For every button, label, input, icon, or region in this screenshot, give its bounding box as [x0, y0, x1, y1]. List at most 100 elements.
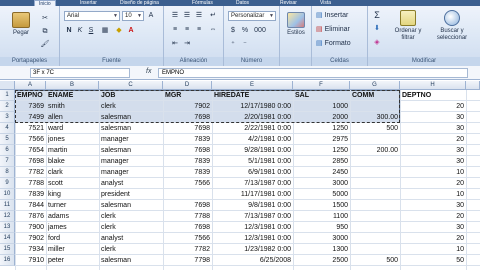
- table-cell[interactable]: 7698: [165, 145, 210, 156]
- row-header[interactable]: 15: [0, 244, 15, 255]
- name-box[interactable]: 3F x 7C: [30, 68, 130, 78]
- table-cell[interactable]: 9/28/1981 0:00: [214, 145, 291, 156]
- column-header-e[interactable]: E: [212, 81, 293, 90]
- fill-icon[interactable]: ⬇: [372, 24, 382, 34]
- table-cell[interactable]: 11/17/1981 0:00: [214, 189, 291, 200]
- decrease-indent-icon[interactable]: ⇤: [170, 39, 180, 49]
- table-cell[interactable]: 7900: [17, 222, 44, 233]
- table-cell[interactable]: 500: [352, 255, 398, 266]
- table-cell[interactable]: 20: [402, 233, 464, 244]
- table-cell[interactable]: peter: [48, 255, 97, 266]
- table-cell[interactable]: 7698: [165, 123, 210, 134]
- table-cell[interactable]: [352, 222, 398, 233]
- column-header-c[interactable]: C: [99, 81, 163, 90]
- table-cell[interactable]: clerk: [101, 211, 161, 222]
- table-cell[interactable]: 1100: [295, 211, 348, 222]
- thousands-icon[interactable]: 000: [252, 26, 268, 36]
- table-cell[interactable]: turner: [48, 200, 97, 211]
- table-cell[interactable]: 1/23/1982 0:00: [214, 244, 291, 255]
- table-cell[interactable]: 2500: [295, 255, 348, 266]
- table-cell[interactable]: clark: [48, 167, 97, 178]
- row-header[interactable]: 13: [0, 222, 15, 233]
- borders-icon[interactable]: ▦: [100, 26, 110, 36]
- table-cell[interactable]: 7782: [165, 244, 210, 255]
- table-cell[interactable]: 7839: [165, 167, 210, 178]
- table-cell[interactable]: 4/2/1981 0:00: [214, 134, 291, 145]
- table-cell[interactable]: jones: [48, 134, 97, 145]
- table-cell[interactable]: 7/13/1987 0:00: [214, 211, 291, 222]
- table-cell[interactable]: 7934: [17, 244, 44, 255]
- row-header[interactable]: 10: [0, 189, 15, 200]
- merge-center-icon[interactable]: ⇔: [208, 25, 218, 35]
- table-cell[interactable]: 10: [402, 189, 464, 200]
- table-cell[interactable]: 7698: [165, 222, 210, 233]
- table-cell[interactable]: miller: [48, 244, 97, 255]
- table-cell[interactable]: manager: [101, 167, 161, 178]
- table-cell[interactable]: 7839: [165, 156, 210, 167]
- table-cell[interactable]: martin: [48, 145, 97, 156]
- table-cell[interactable]: analyst: [101, 233, 161, 244]
- table-cell[interactable]: [352, 167, 398, 178]
- column-header-h[interactable]: H: [400, 81, 466, 90]
- table-cell[interactable]: 7566: [17, 134, 44, 145]
- insert-function-icon[interactable]: fx: [146, 68, 151, 75]
- align-left-icon[interactable]: ≡: [170, 25, 180, 35]
- table-cell[interactable]: manager: [101, 134, 161, 145]
- table-cell[interactable]: 50: [402, 255, 464, 266]
- table-cell[interactable]: 5/1/1981 0:00: [214, 156, 291, 167]
- table-cell[interactable]: 7698: [17, 156, 44, 167]
- table-cell[interactable]: salesman: [101, 255, 161, 266]
- table-cell[interactable]: 2975: [295, 134, 348, 145]
- column-header-a[interactable]: A: [15, 81, 46, 90]
- row-header[interactable]: 5: [0, 134, 15, 145]
- table-cell[interactable]: salesman: [101, 200, 161, 211]
- align-top-icon[interactable]: ☰: [170, 11, 180, 21]
- table-cell[interactable]: 9/8/1981 0:00: [214, 200, 291, 211]
- cut-icon[interactable]: ✂: [40, 14, 50, 24]
- copy-icon[interactable]: ⧉: [40, 27, 50, 37]
- format-painter-icon[interactable]: 🖌: [40, 40, 50, 50]
- table-cell[interactable]: [352, 233, 398, 244]
- table-cell[interactable]: 10: [402, 244, 464, 255]
- row-header[interactable]: 12: [0, 211, 15, 222]
- sort-filter-button[interactable]: Ordenar y filtrar: [388, 10, 428, 42]
- table-cell[interactable]: 30: [402, 112, 464, 123]
- table-cell[interactable]: [352, 200, 398, 211]
- table-cell[interactable]: [352, 156, 398, 167]
- table-cell[interactable]: 7798: [165, 255, 210, 266]
- table-cell[interactable]: 2/22/1981 0:00: [214, 123, 291, 134]
- table-cell[interactable]: 30: [402, 145, 464, 156]
- table-cell[interactable]: 7654: [17, 145, 44, 156]
- table-cell[interactable]: 30: [402, 222, 464, 233]
- table-cell[interactable]: 7839: [165, 134, 210, 145]
- italic-icon[interactable]: K: [75, 26, 85, 36]
- table-cell[interactable]: king: [48, 189, 97, 200]
- table-cell[interactable]: 7566: [165, 233, 210, 244]
- row-header[interactable]: 8: [0, 167, 15, 178]
- find-select-button[interactable]: Buscar y seleccionar: [430, 10, 474, 42]
- table-cell[interactable]: 7698: [165, 200, 210, 211]
- clear-icon[interactable]: ◈: [372, 38, 382, 48]
- column-header-g[interactable]: G: [350, 81, 400, 90]
- table-cell[interactable]: [352, 211, 398, 222]
- table-cell[interactable]: 7876: [17, 211, 44, 222]
- table-cell[interactable]: 20: [402, 178, 464, 189]
- table-cell[interactable]: james: [48, 222, 97, 233]
- table-cell[interactable]: 6/9/1981 0:00: [214, 167, 291, 178]
- align-middle-icon[interactable]: ☰: [182, 11, 192, 21]
- row-header[interactable]: 6: [0, 145, 15, 156]
- underline-icon[interactable]: S: [86, 26, 96, 36]
- row-header[interactable]: 11: [0, 200, 15, 211]
- row-header[interactable]: 14: [0, 233, 15, 244]
- increase-decimal-icon[interactable]: ⁺: [228, 40, 238, 50]
- wrap-text-icon[interactable]: ↵: [208, 11, 218, 21]
- decrease-decimal-icon[interactable]: ⁻: [240, 40, 250, 50]
- align-bottom-icon[interactable]: ☰: [194, 11, 204, 21]
- table-cell[interactable]: 950: [295, 222, 348, 233]
- table-cell[interactable]: ward: [48, 123, 97, 134]
- table-cell[interactable]: 12/3/1981 0:00: [214, 222, 291, 233]
- table-cell[interactable]: manager: [101, 156, 161, 167]
- table-cell[interactable]: 1500: [295, 200, 348, 211]
- grow-font-icon[interactable]: A: [146, 11, 156, 21]
- table-cell[interactable]: 7782: [17, 167, 44, 178]
